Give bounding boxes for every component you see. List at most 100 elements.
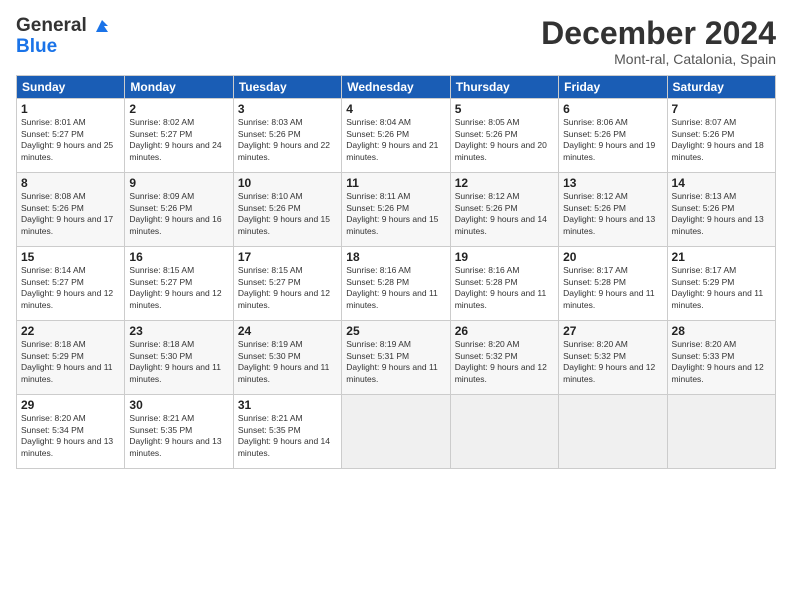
calendar-cell <box>667 395 775 469</box>
cell-info: Sunrise: 8:07 AM Sunset: 5:26 PM Dayligh… <box>672 117 771 163</box>
calendar-cell <box>450 395 558 469</box>
calendar-cell: 24 Sunrise: 8:19 AM Sunset: 5:30 PM Dayl… <box>233 321 341 395</box>
day-number: 24 <box>238 324 337 338</box>
cell-info: Sunrise: 8:17 AM Sunset: 5:29 PM Dayligh… <box>672 265 771 311</box>
day-number: 18 <box>346 250 445 264</box>
calendar-cell: 31 Sunrise: 8:21 AM Sunset: 5:35 PM Dayl… <box>233 395 341 469</box>
calendar-cell: 28 Sunrise: 8:20 AM Sunset: 5:33 PM Dayl… <box>667 321 775 395</box>
calendar-cell: 1 Sunrise: 8:01 AM Sunset: 5:27 PM Dayli… <box>17 99 125 173</box>
calendar-cell: 13 Sunrise: 8:12 AM Sunset: 5:26 PM Dayl… <box>559 173 667 247</box>
col-wednesday: Wednesday <box>342 76 450 99</box>
day-number: 19 <box>455 250 554 264</box>
day-number: 7 <box>672 102 771 116</box>
day-number: 31 <box>238 398 337 412</box>
cell-info: Sunrise: 8:03 AM Sunset: 5:26 PM Dayligh… <box>238 117 337 163</box>
col-friday: Friday <box>559 76 667 99</box>
month-title: December 2024 <box>541 16 776 51</box>
calendar-cell: 17 Sunrise: 8:15 AM Sunset: 5:27 PM Dayl… <box>233 247 341 321</box>
cell-info: Sunrise: 8:19 AM Sunset: 5:30 PM Dayligh… <box>238 339 337 385</box>
day-number: 16 <box>129 250 228 264</box>
day-number: 8 <box>21 176 120 190</box>
calendar-week-row: 29 Sunrise: 8:20 AM Sunset: 5:34 PM Dayl… <box>17 395 776 469</box>
day-number: 11 <box>346 176 445 190</box>
col-saturday: Saturday <box>667 76 775 99</box>
day-number: 13 <box>563 176 662 190</box>
calendar-cell: 14 Sunrise: 8:13 AM Sunset: 5:26 PM Dayl… <box>667 173 775 247</box>
cell-info: Sunrise: 8:17 AM Sunset: 5:28 PM Dayligh… <box>563 265 662 311</box>
calendar-cell: 25 Sunrise: 8:19 AM Sunset: 5:31 PM Dayl… <box>342 321 450 395</box>
calendar-week-row: 8 Sunrise: 8:08 AM Sunset: 5:26 PM Dayli… <box>17 173 776 247</box>
calendar-cell: 8 Sunrise: 8:08 AM Sunset: 5:26 PM Dayli… <box>17 173 125 247</box>
day-number: 12 <box>455 176 554 190</box>
cell-info: Sunrise: 8:14 AM Sunset: 5:27 PM Dayligh… <box>21 265 120 311</box>
cell-info: Sunrise: 8:12 AM Sunset: 5:26 PM Dayligh… <box>455 191 554 237</box>
day-number: 17 <box>238 250 337 264</box>
col-tuesday: Tuesday <box>233 76 341 99</box>
calendar-cell: 18 Sunrise: 8:16 AM Sunset: 5:28 PM Dayl… <box>342 247 450 321</box>
cell-info: Sunrise: 8:15 AM Sunset: 5:27 PM Dayligh… <box>238 265 337 311</box>
day-number: 1 <box>21 102 120 116</box>
calendar-cell: 23 Sunrise: 8:18 AM Sunset: 5:30 PM Dayl… <box>125 321 233 395</box>
cell-info: Sunrise: 8:20 AM Sunset: 5:32 PM Dayligh… <box>455 339 554 385</box>
cell-info: Sunrise: 8:05 AM Sunset: 5:26 PM Dayligh… <box>455 117 554 163</box>
calendar-cell: 21 Sunrise: 8:17 AM Sunset: 5:29 PM Dayl… <box>667 247 775 321</box>
calendar-cell: 3 Sunrise: 8:03 AM Sunset: 5:26 PM Dayli… <box>233 99 341 173</box>
calendar-table: Sunday Monday Tuesday Wednesday Thursday… <box>16 75 776 469</box>
day-number: 14 <box>672 176 771 190</box>
cell-info: Sunrise: 8:20 AM Sunset: 5:33 PM Dayligh… <box>672 339 771 385</box>
calendar-cell: 16 Sunrise: 8:15 AM Sunset: 5:27 PM Dayl… <box>125 247 233 321</box>
calendar-cell: 5 Sunrise: 8:05 AM Sunset: 5:26 PM Dayli… <box>450 99 558 173</box>
calendar-cell: 29 Sunrise: 8:20 AM Sunset: 5:34 PM Dayl… <box>17 395 125 469</box>
calendar-cell: 6 Sunrise: 8:06 AM Sunset: 5:26 PM Dayli… <box>559 99 667 173</box>
cell-info: Sunrise: 8:06 AM Sunset: 5:26 PM Dayligh… <box>563 117 662 163</box>
cell-info: Sunrise: 8:04 AM Sunset: 5:26 PM Dayligh… <box>346 117 445 163</box>
calendar-cell: 9 Sunrise: 8:09 AM Sunset: 5:26 PM Dayli… <box>125 173 233 247</box>
calendar-week-row: 1 Sunrise: 8:01 AM Sunset: 5:27 PM Dayli… <box>17 99 776 173</box>
calendar-week-row: 22 Sunrise: 8:18 AM Sunset: 5:29 PM Dayl… <box>17 321 776 395</box>
cell-info: Sunrise: 8:18 AM Sunset: 5:30 PM Dayligh… <box>129 339 228 385</box>
calendar-cell: 30 Sunrise: 8:21 AM Sunset: 5:35 PM Dayl… <box>125 395 233 469</box>
calendar-cell <box>342 395 450 469</box>
logo-line2: Blue <box>16 37 112 58</box>
cell-info: Sunrise: 8:11 AM Sunset: 5:26 PM Dayligh… <box>346 191 445 237</box>
cell-info: Sunrise: 8:20 AM Sunset: 5:32 PM Dayligh… <box>563 339 662 385</box>
col-thursday: Thursday <box>450 76 558 99</box>
day-number: 26 <box>455 324 554 338</box>
location: Mont-ral, Catalonia, Spain <box>541 51 776 67</box>
cell-info: Sunrise: 8:09 AM Sunset: 5:26 PM Dayligh… <box>129 191 228 237</box>
cell-info: Sunrise: 8:01 AM Sunset: 5:27 PM Dayligh… <box>21 117 120 163</box>
col-sunday: Sunday <box>17 76 125 99</box>
calendar-cell: 15 Sunrise: 8:14 AM Sunset: 5:27 PM Dayl… <box>17 247 125 321</box>
cell-info: Sunrise: 8:16 AM Sunset: 5:28 PM Dayligh… <box>455 265 554 311</box>
day-number: 22 <box>21 324 120 338</box>
day-number: 2 <box>129 102 228 116</box>
day-number: 3 <box>238 102 337 116</box>
day-number: 28 <box>672 324 771 338</box>
cell-info: Sunrise: 8:15 AM Sunset: 5:27 PM Dayligh… <box>129 265 228 311</box>
col-monday: Monday <box>125 76 233 99</box>
cell-info: Sunrise: 8:08 AM Sunset: 5:26 PM Dayligh… <box>21 191 120 237</box>
day-number: 9 <box>129 176 228 190</box>
cell-info: Sunrise: 8:02 AM Sunset: 5:27 PM Dayligh… <box>129 117 228 163</box>
day-number: 5 <box>455 102 554 116</box>
cell-info: Sunrise: 8:19 AM Sunset: 5:31 PM Dayligh… <box>346 339 445 385</box>
cell-info: Sunrise: 8:10 AM Sunset: 5:26 PM Dayligh… <box>238 191 337 237</box>
calendar-cell: 11 Sunrise: 8:11 AM Sunset: 5:26 PM Dayl… <box>342 173 450 247</box>
day-number: 21 <box>672 250 771 264</box>
day-number: 23 <box>129 324 228 338</box>
cell-info: Sunrise: 8:18 AM Sunset: 5:29 PM Dayligh… <box>21 339 120 385</box>
calendar-cell: 7 Sunrise: 8:07 AM Sunset: 5:26 PM Dayli… <box>667 99 775 173</box>
title-block: December 2024 Mont-ral, Catalonia, Spain <box>541 16 776 67</box>
day-number: 29 <box>21 398 120 412</box>
calendar-cell: 20 Sunrise: 8:17 AM Sunset: 5:28 PM Dayl… <box>559 247 667 321</box>
cell-info: Sunrise: 8:16 AM Sunset: 5:28 PM Dayligh… <box>346 265 445 311</box>
day-number: 30 <box>129 398 228 412</box>
day-number: 10 <box>238 176 337 190</box>
day-number: 27 <box>563 324 662 338</box>
calendar-cell: 12 Sunrise: 8:12 AM Sunset: 5:26 PM Dayl… <box>450 173 558 247</box>
calendar-cell: 27 Sunrise: 8:20 AM Sunset: 5:32 PM Dayl… <box>559 321 667 395</box>
calendar-cell: 2 Sunrise: 8:02 AM Sunset: 5:27 PM Dayli… <box>125 99 233 173</box>
calendar-week-row: 15 Sunrise: 8:14 AM Sunset: 5:27 PM Dayl… <box>17 247 776 321</box>
calendar-cell: 26 Sunrise: 8:20 AM Sunset: 5:32 PM Dayl… <box>450 321 558 395</box>
calendar-cell: 22 Sunrise: 8:18 AM Sunset: 5:29 PM Dayl… <box>17 321 125 395</box>
